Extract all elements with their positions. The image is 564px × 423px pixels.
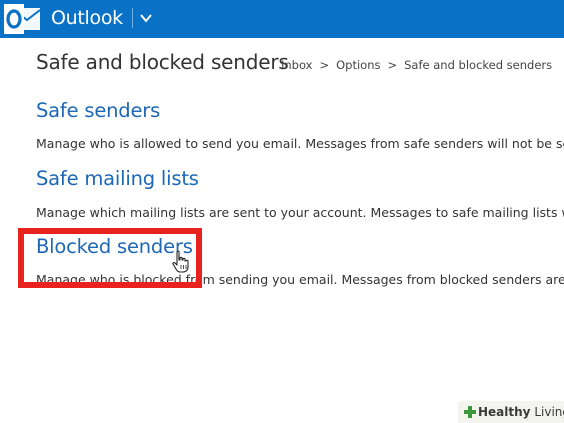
breadcrumb-options[interactable]: Options (336, 58, 380, 72)
watermark-word-living: Living (534, 405, 564, 419)
breadcrumb-inbox[interactable]: Inbox (281, 58, 312, 72)
safe-mailing-lists-description: Manage which mailing lists are sent to y… (36, 205, 564, 220)
safe-senders-link[interactable]: Safe senders (36, 99, 160, 123)
hand-pointer-icon (172, 250, 189, 273)
breadcrumb-separator-icon: > (319, 58, 330, 72)
safe-mailing-lists-link[interactable]: Safe mailing lists (36, 167, 199, 191)
breadcrumb-separator-icon: > (387, 58, 398, 72)
breadcrumb-current: Safe and blocked senders (404, 58, 553, 72)
watermark-text: Healthy Living (478, 404, 564, 420)
watermark: Healthy Living (458, 401, 564, 423)
safe-senders-description: Manage who is allowed to send you email.… (36, 136, 564, 151)
app-title[interactable]: Outlook (51, 6, 123, 30)
header-divider (132, 8, 133, 28)
chevron-down-icon[interactable] (138, 10, 154, 26)
plus-cross-icon (464, 406, 476, 418)
breadcrumb: Inbox > Options > Safe and blocked senders (281, 57, 552, 73)
top-bar: Outlook (0, 0, 564, 38)
watermark-word-healthy: Healthy (478, 405, 531, 419)
page-title: Safe and blocked senders (36, 50, 289, 74)
outlook-logo-icon[interactable] (0, 2, 48, 36)
